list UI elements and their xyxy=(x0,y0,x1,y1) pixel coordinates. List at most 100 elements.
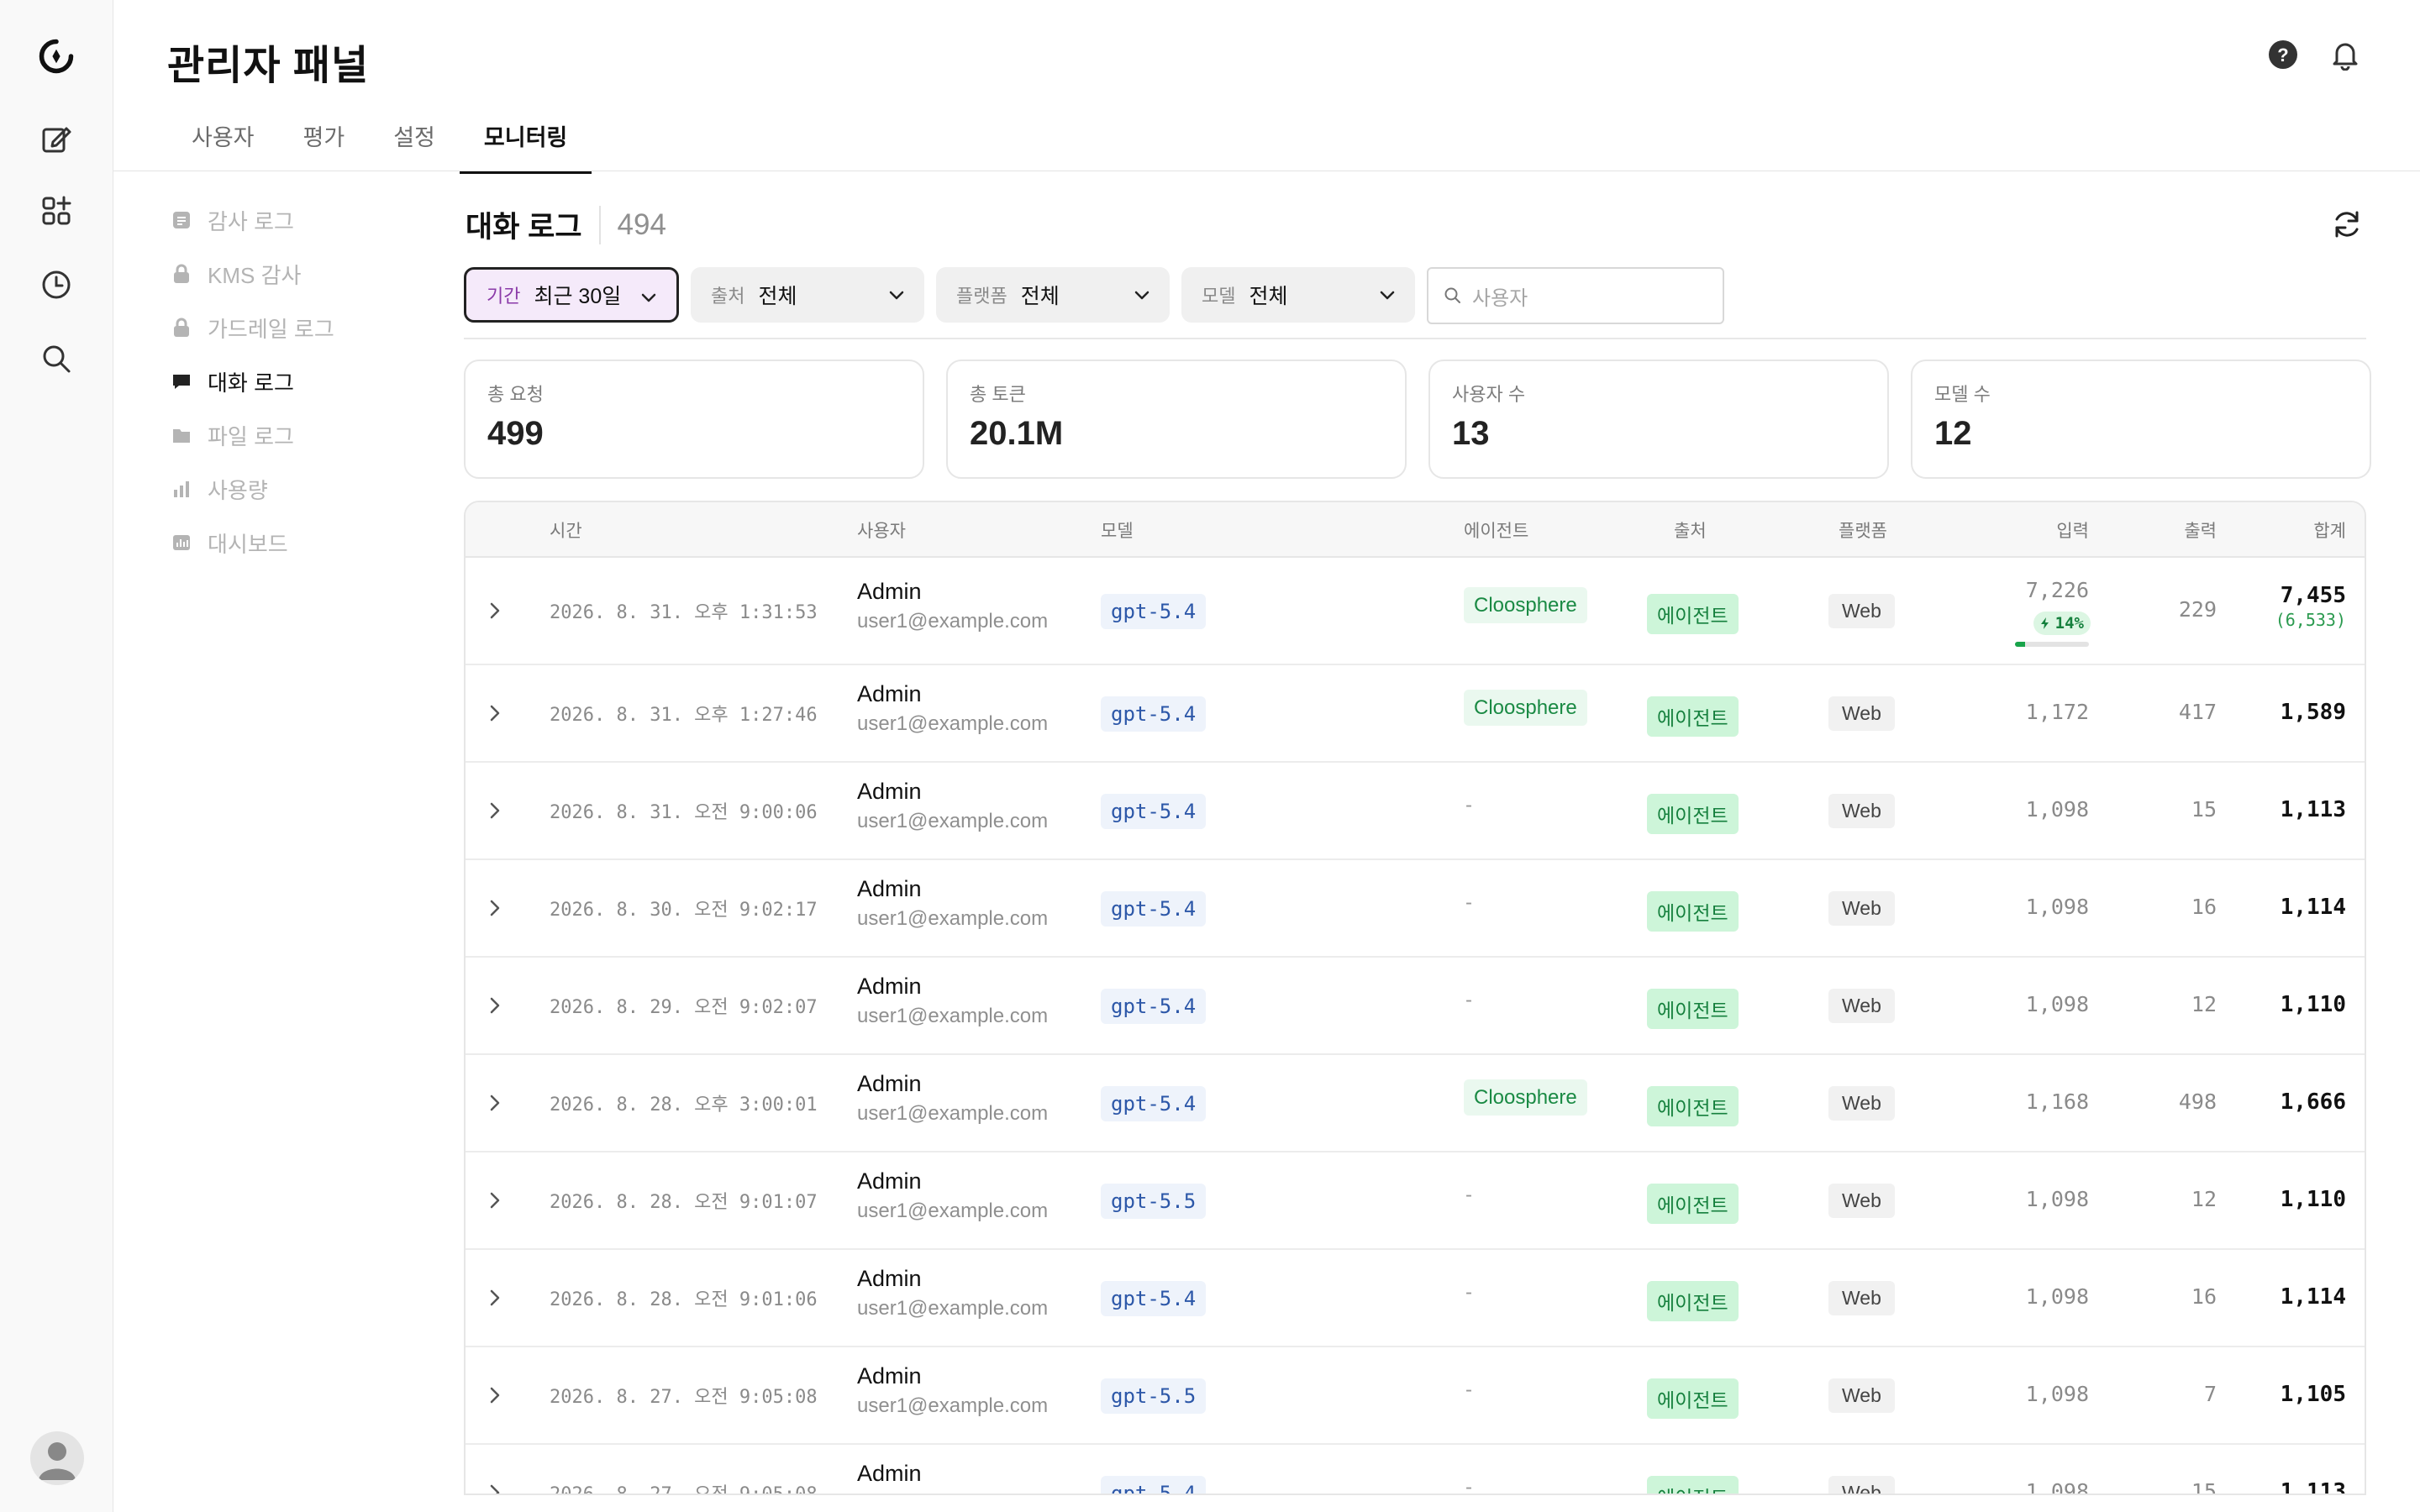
chevron-right-icon[interactable] xyxy=(484,1482,506,1494)
tab-users[interactable]: 사용자 xyxy=(167,109,279,172)
tab-monitoring[interactable]: 모니터링 xyxy=(459,109,592,174)
column-header-model[interactable]: 모델 xyxy=(1101,517,1134,543)
row-time: 2026. 8. 28. 오후 3:00:01 xyxy=(550,1095,818,1116)
user-name: Admin xyxy=(857,681,922,706)
user-email: user1@example.com xyxy=(857,1394,1049,1417)
row-time: 2026. 8. 27. 오전 9:05:08 xyxy=(550,1484,818,1495)
column-header-time[interactable]: 시간 xyxy=(550,517,582,543)
chevron-right-icon[interactable] xyxy=(484,1092,506,1114)
table-row[interactable]: 2026. 8. 29. 오전 9:02:07 Admin user1@exam… xyxy=(466,958,2365,1055)
section-header: 대화 로그 494 xyxy=(466,203,666,246)
row-agent: Cloosphere xyxy=(1464,587,1587,623)
chevron-right-icon[interactable] xyxy=(484,600,506,622)
row-input-tokens: 1,098 xyxy=(2025,895,2089,919)
agent-empty: - xyxy=(1465,794,1472,816)
chevron-down-icon xyxy=(1133,286,1151,310)
stat-card-total-requests: 총 요청 499 xyxy=(464,360,924,479)
chevron-right-icon[interactable] xyxy=(484,897,506,919)
column-header-total[interactable]: 합계 xyxy=(2313,517,2346,543)
filter-bar: 기간 최근 30일 출처 전체 플랫폼 전체 모델 전체 사용자 xyxy=(464,267,1724,324)
model-badge: gpt-5.5 xyxy=(1101,1378,1207,1414)
stat-value: 12 xyxy=(1934,415,1972,452)
user-avatar[interactable] xyxy=(30,1431,84,1485)
source-badge: 에이전트 xyxy=(1647,1281,1739,1321)
table-row[interactable]: 2026. 8. 28. 오전 9:01:06 Admin user1@exam… xyxy=(466,1250,2365,1347)
user-name: Admin xyxy=(857,1363,922,1389)
user-name: Admin xyxy=(857,1071,922,1096)
help-icon[interactable]: ? xyxy=(2267,39,2299,75)
bell-icon[interactable] xyxy=(2329,39,2361,75)
column-header-input[interactable]: 입력 xyxy=(2056,517,2089,543)
history-icon[interactable] xyxy=(37,265,76,304)
subnav-item-guardrail-log[interactable]: 가드레일 로그 xyxy=(171,301,439,354)
model-badge: gpt-5.5 xyxy=(1101,1184,1207,1219)
platform-badge: Web xyxy=(1828,794,1895,828)
platform-filter[interactable]: 플랫폼 전체 xyxy=(936,267,1170,323)
search-icon[interactable] xyxy=(37,339,76,378)
total-subvalue: (6,533) xyxy=(2275,610,2346,630)
user-name: Admin xyxy=(857,1461,922,1486)
subnav-item-kms-audit[interactable]: KMS 감사 xyxy=(171,247,439,301)
subnav-item-label: 사용량 xyxy=(208,477,268,503)
table-row[interactable]: 2026. 8. 31. 오전 9:00:06 Admin user1@exam… xyxy=(466,763,2365,860)
tab-settings[interactable]: 설정 xyxy=(369,109,460,172)
row-user: Admin user1@example.com xyxy=(857,1363,1048,1418)
agent-badge: Cloosphere xyxy=(1464,1079,1587,1116)
row-user: Admin user1@example.com xyxy=(857,1266,1048,1320)
row-time: 2026. 8. 28. 오전 9:01:07 xyxy=(550,1192,818,1213)
chevron-right-icon[interactable] xyxy=(484,1189,506,1211)
user-email: user1@example.com xyxy=(857,1297,1049,1320)
source-badge: 에이전트 xyxy=(1647,1476,1739,1494)
model-badge: gpt-5.4 xyxy=(1101,594,1207,629)
chevron-right-icon[interactable] xyxy=(484,702,506,724)
tab-evaluation[interactable]: 평가 xyxy=(279,109,370,172)
model-filter[interactable]: 모델 전체 xyxy=(1181,267,1415,323)
row-output-tokens: 12 xyxy=(2191,992,2217,1016)
table-row[interactable]: 2026. 8. 28. 오후 3:00:01 Admin user1@exam… xyxy=(466,1055,2365,1152)
platform-badge: Web xyxy=(1828,1281,1895,1315)
source-filter[interactable]: 출처 전체 xyxy=(691,267,924,323)
table-row[interactable]: 2026. 8. 30. 오전 9:02:17 Admin user1@exam… xyxy=(466,860,2365,958)
lock-icon xyxy=(171,263,192,285)
subnav-item-usage[interactable]: 사용량 xyxy=(171,462,439,516)
chevron-down-icon xyxy=(887,286,906,310)
column-header-user[interactable]: 사용자 xyxy=(857,517,906,543)
app-logo-icon[interactable] xyxy=(37,37,76,76)
source-badge: 에이전트 xyxy=(1647,696,1739,737)
source-badge: 에이전트 xyxy=(1647,1086,1739,1126)
chevron-right-icon[interactable] xyxy=(484,800,506,822)
workspace-icon[interactable] xyxy=(37,192,76,230)
table-row[interactable]: 2026. 8. 27. 오전 9:05:08 Admin user1@exam… xyxy=(466,1445,2365,1495)
row-total-tokens: 1,666 xyxy=(2280,1089,2346,1115)
chevron-right-icon[interactable] xyxy=(484,1384,506,1406)
stat-card-total-tokens: 총 토큰 20.1M xyxy=(946,360,1407,479)
subnav-item-file-log[interactable]: 파일 로그 xyxy=(171,408,439,462)
row-agent: - xyxy=(1464,989,1474,1012)
column-header-output[interactable]: 출력 xyxy=(2184,517,2217,543)
column-header-agent[interactable]: 에이전트 xyxy=(1464,517,1528,543)
table-row[interactable]: 2026. 8. 31. 오후 1:31:53 Admin user1@exam… xyxy=(466,558,2365,665)
chevron-right-icon[interactable] xyxy=(484,1287,506,1309)
new-chat-icon[interactable] xyxy=(37,119,76,158)
agent-empty: - xyxy=(1465,891,1472,914)
user-email: user1@example.com xyxy=(857,810,1049,832)
model-badge: gpt-5.4 xyxy=(1101,1086,1207,1121)
period-filter[interactable]: 기간 최근 30일 xyxy=(464,267,679,323)
subnav-item-audit-log[interactable]: 감사 로그 xyxy=(171,193,439,247)
user-search-input[interactable]: 사용자 xyxy=(1427,267,1724,324)
row-input-tokens: 1,098 xyxy=(2025,1382,2089,1406)
row-time: 2026. 8. 28. 오전 9:01:06 xyxy=(550,1289,818,1310)
user-email: user1@example.com xyxy=(857,1005,1049,1027)
table-row[interactable]: 2026. 8. 27. 오전 9:05:08 Admin user1@exam… xyxy=(466,1347,2365,1445)
subnav-item-chat-log[interactable]: 대화 로그 xyxy=(171,354,439,408)
column-header-platform[interactable]: 플랫폼 xyxy=(1839,517,1887,543)
table-row[interactable]: 2026. 8. 31. 오후 1:27:46 Admin user1@exam… xyxy=(466,665,2365,763)
table-row[interactable]: 2026. 8. 28. 오전 9:01:07 Admin user1@exam… xyxy=(466,1152,2365,1250)
row-time: 2026. 8. 31. 오후 1:31:53 xyxy=(550,602,818,623)
page-title: 관리자 패널 xyxy=(167,44,370,88)
column-header-source[interactable]: 출처 xyxy=(1674,517,1707,543)
chevron-right-icon[interactable] xyxy=(484,995,506,1016)
subnav-item-dashboard[interactable]: 대시보드 xyxy=(171,516,439,570)
row-total-tokens: 1,110 xyxy=(2280,992,2346,1017)
refresh-icon[interactable] xyxy=(2328,205,2366,244)
